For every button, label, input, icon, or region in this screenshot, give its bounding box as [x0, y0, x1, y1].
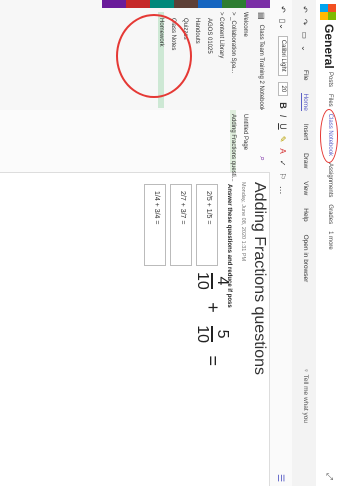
color-tab[interactable]: [174, 0, 198, 8]
italic-button[interactable]: I: [278, 115, 288, 118]
section-item-welcome[interactable]: Welcome: [242, 12, 248, 37]
undo-icon[interactable]: ↶: [300, 6, 309, 13]
denominator-2: 10: [194, 325, 212, 344]
channel-tabs: Posts Files Class Notebook Assignments G…: [320, 72, 338, 250]
menu-view[interactable]: View: [301, 181, 309, 195]
bold-button[interactable]: B: [278, 102, 288, 109]
menu-help[interactable]: Help: [301, 208, 309, 221]
tab-posts[interactable]: Posts: [327, 72, 333, 87]
undo-icon[interactable]: ↶: [279, 6, 288, 13]
pages-panel: ⌕ Untitled Page Adding Fractions questi.…: [0, 110, 270, 182]
paste-icon[interactable]: ▯⌄: [279, 19, 288, 30]
tab-grades[interactable]: Grades: [327, 204, 333, 224]
color-tab[interactable]: [246, 0, 270, 8]
menu-file[interactable]: File: [301, 70, 309, 80]
style-icon[interactable]: ✓: [279, 160, 288, 167]
notebook-panel: ▤ Class Team Training 2 Notebook Welcome…: [0, 0, 270, 111]
plus-operator: +: [202, 302, 223, 313]
notebook-icon[interactable]: ▭: [300, 31, 309, 39]
problem-box-2[interactable]: 2/7 + 3/7 =: [170, 184, 192, 266]
color-tab[interactable]: [222, 0, 246, 8]
page-title[interactable]: Adding Fractions questions: [250, 182, 268, 375]
annotation-oval: [116, 14, 192, 98]
onenote-app-window: General Posts Files Class Notebook Assig…: [0, 0, 340, 486]
annotation-circle: [320, 108, 338, 163]
menu-open-in-browser[interactable]: Open in browser: [301, 235, 309, 283]
highlight-icon[interactable]: ✎: [279, 136, 288, 143]
ribbon-menu: File Home Insert Draw View Help Open in …: [301, 70, 309, 282]
tag-icon[interactable]: ⚐: [279, 172, 288, 179]
page-item-adding-fractions[interactable]: Adding Fractions questi...: [230, 110, 236, 182]
section-item-handouts[interactable]: Handouts: [194, 18, 200, 44]
tell-me-search[interactable]: ♀ Tell me what you: [302, 368, 309, 423]
denominator-1: 10: [194, 272, 212, 290]
problem-text: 1/4 + 3/4 =: [153, 191, 160, 225]
title-bar: General Posts Files Class Notebook Assig…: [316, 0, 340, 486]
fraction-bar: [211, 326, 213, 343]
ribbon-bar: ↶ ↷ ▭ ⌄ File Home Insert Draw View Help …: [292, 0, 316, 486]
menu-draw[interactable]: Draw: [301, 153, 309, 168]
fraction-2: 5 10: [194, 325, 232, 344]
channel-title: General: [322, 24, 336, 69]
tab-files[interactable]: Files: [327, 94, 333, 107]
numerator-2: 5: [214, 329, 231, 339]
fraction-problem[interactable]: 4 10 + 5 10 =: [178, 272, 232, 482]
team-logo-icon: [320, 4, 336, 20]
numerator-1: 4: [214, 276, 231, 286]
fraction-1: 4 10: [194, 272, 232, 290]
tell-me-label: Tell me what you: [302, 374, 309, 423]
color-tab[interactable]: [198, 0, 222, 8]
format-controls: ↶ ▯⌄ Calibri Light 20 B I U ✎ A ✓ ⚐ …: [278, 6, 288, 195]
color-tab[interactable]: [126, 0, 150, 8]
underline-button[interactable]: U: [278, 123, 288, 130]
notebook-icon: ▤: [257, 12, 266, 20]
list-icon[interactable]: ☰: [275, 474, 286, 482]
page-date: Monday, June 08, 2020 1:31 PM: [240, 182, 246, 262]
lightbulb-icon: ♀: [302, 368, 309, 375]
font-name-select[interactable]: Calibri Light: [278, 35, 288, 76]
problem-text: 2/7 + 3/7 =: [179, 191, 186, 225]
tab-assignments[interactable]: Assignments: [327, 163, 333, 197]
dropdown-icon[interactable]: ⌄: [300, 45, 309, 52]
font-color-icon[interactable]: A: [279, 148, 288, 153]
fraction-bar: [211, 272, 213, 289]
color-tab[interactable]: [102, 0, 126, 8]
notebook-title: Class Team Training 2 Notebook: [258, 24, 265, 112]
more-icon[interactable]: …: [278, 186, 288, 195]
section-item-content-library[interactable]: > Content Library: [218, 12, 224, 58]
menu-insert[interactable]: Insert: [301, 124, 309, 140]
section-color-tabs: [0, 0, 270, 8]
color-tab[interactable]: [150, 0, 174, 8]
ribbon-quick-icons: ↶ ↷ ▭ ⌄: [300, 6, 309, 52]
notebook-header[interactable]: ▤ Class Team Training 2 Notebook: [257, 12, 266, 111]
problem-box-1[interactable]: 2/5 + 1/5 =: [196, 184, 218, 266]
expand-icon[interactable]: ⤢: [324, 473, 335, 480]
page-item-untitled[interactable]: Untitled Page: [242, 114, 248, 150]
page-content: Adding Fractions questions Monday, June …: [0, 172, 270, 486]
menu-home[interactable]: Home: [301, 93, 309, 111]
equals-operator: =: [202, 355, 223, 366]
tab-more[interactable]: 1 more: [327, 231, 333, 250]
tab-class-notebook[interactable]: Class Notebook: [320, 108, 338, 163]
section-item-agos[interactable]: AGOS 01025: [206, 18, 212, 54]
format-toolbar: ↶ ▯⌄ Calibri Light 20 B I U ✎ A ✓ ⚐ … ☰: [269, 0, 292, 486]
problem-text: 2/5 + 1/5 =: [205, 191, 212, 225]
search-icon[interactable]: ⌕: [257, 156, 268, 161]
problem-box-3[interactable]: 1/4 + 3/4 =: [144, 184, 166, 266]
font-size-select[interactable]: 20: [278, 81, 288, 97]
section-item-collaboration-space[interactable]: > _Collaboration Spa...: [230, 12, 236, 73]
redo-icon[interactable]: ↷: [300, 19, 309, 26]
